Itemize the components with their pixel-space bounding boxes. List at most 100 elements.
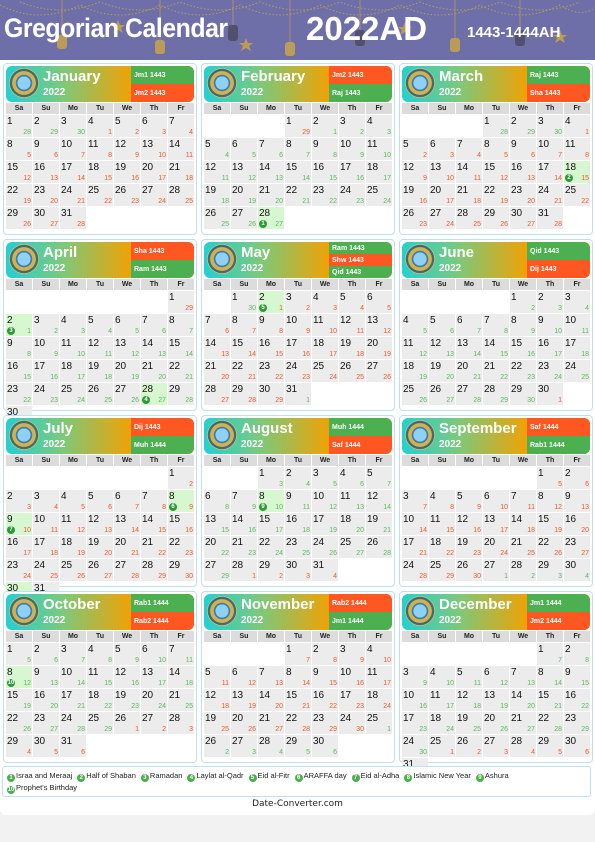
day-cell[interactable]: 28 xyxy=(312,643,338,665)
day-cell[interactable]: 56 xyxy=(87,490,113,512)
day-cell[interactable]: 16 22 xyxy=(312,689,338,711)
day-cell[interactable]: 16 17 xyxy=(6,536,32,558)
day-cell[interactable]: 25 27 xyxy=(339,536,365,558)
day-cell[interactable]: 6 12 xyxy=(231,666,257,688)
day-cell[interactable]: 1 28 xyxy=(6,115,32,137)
day-cell[interactable]: 48 xyxy=(87,643,113,665)
day-cell[interactable]: 20 17 xyxy=(141,161,167,183)
day-cell[interactable]: 22 24 xyxy=(258,536,284,558)
day-cell[interactable]: 129 xyxy=(402,161,428,183)
day-cell[interactable]: 17 14 xyxy=(60,161,86,183)
day-cell[interactable]: 18 22 xyxy=(87,689,113,711)
day-cell[interactable]: 35 xyxy=(312,467,338,489)
day-cell[interactable]: 129 xyxy=(168,291,194,313)
day-cell[interactable]: 15 14 xyxy=(231,337,257,359)
day-cell[interactable]: 18 15 xyxy=(87,161,113,183)
day-cell[interactable]: 2 1 5 xyxy=(258,291,284,313)
day-cell[interactable]: 26 xyxy=(564,467,590,489)
day-cell[interactable]: 6 10 xyxy=(483,490,509,512)
day-cell[interactable]: 21 20 xyxy=(141,360,167,382)
day-cell[interactable]: 23 22 xyxy=(258,360,284,382)
day-cell[interactable]: 10 16 xyxy=(402,689,428,711)
day-cell[interactable]: 28 25 xyxy=(168,184,194,206)
day-cell[interactable]: 10 12 xyxy=(312,490,338,512)
day-cell[interactable]: 9 13 xyxy=(564,490,590,512)
day-cell[interactable]: 14 16 xyxy=(231,513,257,535)
day-cell[interactable]: 54 xyxy=(204,138,230,160)
day-cell[interactable]: 17 18 xyxy=(33,536,59,558)
day-cell[interactable]: 25 1 xyxy=(366,712,392,734)
day-cell[interactable]: 17 21 xyxy=(60,689,86,711)
day-cell[interactable]: 67 xyxy=(456,314,482,336)
day-cell[interactable]: 20 26 xyxy=(231,712,257,734)
day-cell[interactable]: 12 16 xyxy=(456,513,482,535)
day-cell[interactable]: 31 4 xyxy=(312,559,338,581)
day-cell[interactable]: 28 27 4 xyxy=(141,383,167,405)
day-cell[interactable]: 7 13 xyxy=(258,666,284,688)
day-cell[interactable]: 11 10 xyxy=(366,138,392,160)
day-cell[interactable]: 76 xyxy=(141,314,167,336)
day-cell[interactable]: 15 16 xyxy=(168,513,194,535)
day-cell[interactable]: 20 19 xyxy=(114,360,140,382)
day-cell[interactable]: 16 20 xyxy=(564,513,590,535)
day-cell[interactable]: 98 xyxy=(6,337,32,359)
day-cell[interactable]: 10 9 xyxy=(285,314,311,336)
day-cell[interactable]: 34 xyxy=(33,490,59,512)
day-cell[interactable]: 11 13 xyxy=(339,490,365,512)
day-cell[interactable]: 30 6 xyxy=(564,735,590,757)
day-cell[interactable]: 26 2 xyxy=(456,735,482,757)
day-cell[interactable]: 20 26 xyxy=(483,712,509,734)
day-cell[interactable]: 27 24 xyxy=(429,207,455,229)
day-cell[interactable]: 26 27 xyxy=(429,383,455,405)
day-cell[interactable]: 65 xyxy=(366,291,392,313)
day-cell[interactable]: 10 16 xyxy=(339,666,365,688)
day-cell[interactable]: 19 25 xyxy=(204,712,230,734)
day-cell[interactable]: 10 11 xyxy=(33,513,59,535)
day-cell[interactable]: 45 xyxy=(402,314,428,336)
day-cell[interactable]: 10 14 xyxy=(402,513,428,535)
day-cell[interactable]: 27 29 xyxy=(204,559,230,581)
day-cell[interactable]: 41 xyxy=(87,115,113,137)
day-cell[interactable]: 24 23 xyxy=(339,184,365,206)
day-cell[interactable]: 21 20 xyxy=(258,184,284,206)
day-cell[interactable]: 9 15 xyxy=(312,666,338,688)
day-cell[interactable]: 27 2 xyxy=(141,712,167,734)
day-cell[interactable]: 27 28 xyxy=(456,383,482,405)
day-cell[interactable]: 23 xyxy=(537,291,563,313)
day-cell[interactable]: 54 xyxy=(87,314,113,336)
day-cell[interactable]: 12 xyxy=(168,467,194,489)
day-cell[interactable]: 21 23 xyxy=(231,536,257,558)
day-cell[interactable]: 13 15 xyxy=(204,513,230,535)
day-cell[interactable]: 19 20 xyxy=(87,536,113,558)
day-cell[interactable]: 14 13 xyxy=(258,161,284,183)
day-cell[interactable]: 41 xyxy=(564,115,590,137)
day-cell[interactable]: 16 15 xyxy=(6,360,32,382)
day-cell[interactable]: 19 23 xyxy=(456,536,482,558)
day-cell[interactable]: 13 14 xyxy=(456,337,482,359)
day-cell[interactable]: 98 xyxy=(312,138,338,160)
day-cell[interactable]: 23 27 xyxy=(33,712,59,734)
day-cell[interactable]: 67 xyxy=(114,490,140,512)
day-cell[interactable]: 96 xyxy=(33,138,59,160)
day-cell[interactable]: 15 14 xyxy=(285,161,311,183)
day-cell[interactable]: 9 15 xyxy=(564,666,590,688)
day-cell[interactable]: 12 13 xyxy=(429,337,455,359)
day-cell[interactable]: 30 6 xyxy=(312,735,338,757)
day-cell[interactable]: 15 17 xyxy=(258,513,284,535)
day-cell[interactable]: 23 24 xyxy=(537,360,563,382)
day-cell[interactable]: 17 xyxy=(285,643,311,665)
day-cell[interactable]: 57 xyxy=(366,467,392,489)
day-cell[interactable]: 12 18 xyxy=(204,689,230,711)
day-cell[interactable]: 13 10 xyxy=(429,161,455,183)
day-cell[interactable]: 19 16 xyxy=(402,184,428,206)
day-cell[interactable]: 22 19 xyxy=(6,184,32,206)
day-cell[interactable]: 14 20 xyxy=(258,689,284,711)
day-cell[interactable]: 8 14 xyxy=(285,666,311,688)
day-cell[interactable]: 1 30 xyxy=(231,291,257,313)
day-cell[interactable]: 26 28 xyxy=(366,536,392,558)
day-cell[interactable]: 20 24 xyxy=(141,689,167,711)
day-cell[interactable]: 14 13 xyxy=(204,337,230,359)
day-cell[interactable]: 4 10 xyxy=(429,666,455,688)
day-cell[interactable]: 23 27 xyxy=(564,536,590,558)
day-cell[interactable]: 23 20 xyxy=(33,184,59,206)
